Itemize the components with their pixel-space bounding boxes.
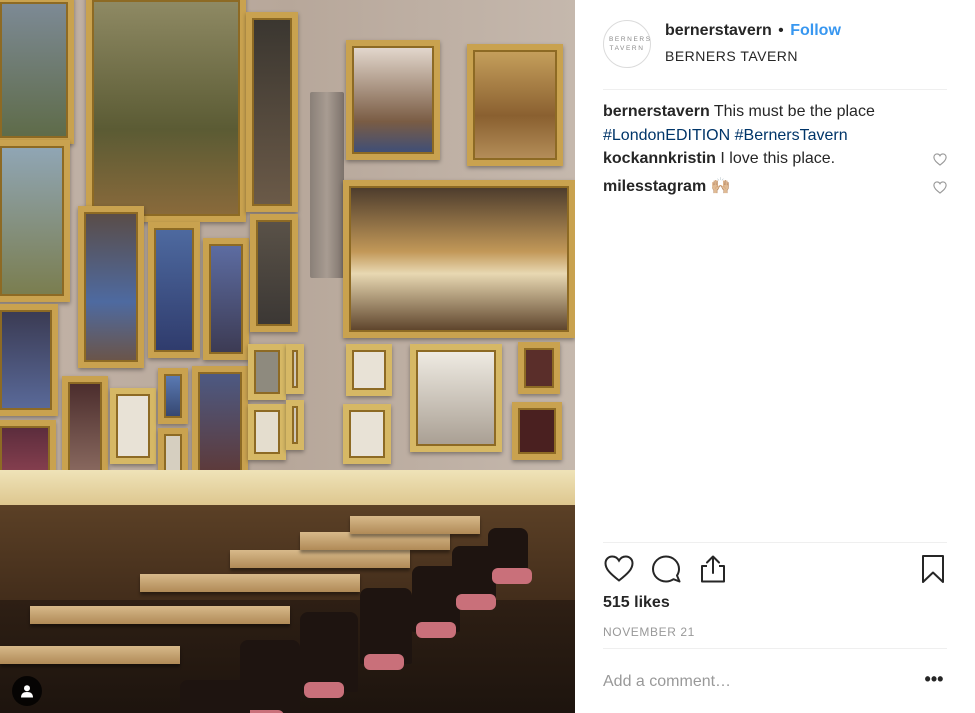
painting-frame bbox=[246, 12, 298, 212]
painting-frame bbox=[343, 404, 391, 464]
comments-list: bernerstavern This must be the place #Lo… bbox=[603, 100, 947, 199]
painting-frame bbox=[110, 388, 156, 464]
comment-username[interactable]: kockannkristin bbox=[603, 150, 716, 167]
dining-table bbox=[140, 574, 360, 592]
painting-frame bbox=[286, 344, 304, 394]
hashtag-link[interactable]: #BernersTavern bbox=[735, 127, 848, 144]
caption: bernerstavern This must be the place #Lo… bbox=[603, 100, 947, 148]
share-icon[interactable] bbox=[697, 553, 729, 585]
comment-like-icon[interactable] bbox=[933, 153, 947, 166]
painting-frame bbox=[286, 400, 304, 450]
dining-chair bbox=[360, 588, 412, 670]
dining-table bbox=[230, 550, 410, 568]
caption-username[interactable]: bernerstavern bbox=[603, 103, 710, 120]
avatar-text: BERNERS TAVERN bbox=[609, 36, 652, 52]
follow-button[interactable]: Follow bbox=[790, 22, 841, 39]
hashtag-link[interactable]: #LondonEDITION bbox=[603, 127, 730, 144]
wall-speaker bbox=[310, 92, 344, 278]
dining-table bbox=[350, 516, 480, 534]
painting-frame bbox=[0, 304, 58, 416]
painting-frame bbox=[62, 376, 108, 480]
separator-dot: • bbox=[778, 22, 784, 39]
painting-frame bbox=[346, 40, 440, 160]
dining-chair bbox=[488, 528, 532, 584]
comment-text: 🙌🏼 bbox=[710, 178, 731, 195]
more-options-button[interactable]: ••• bbox=[920, 670, 948, 692]
comment-text: I love this place. bbox=[720, 150, 836, 167]
painting-frame bbox=[0, 140, 70, 302]
location-link[interactable]: BERNERS TAVERN bbox=[665, 48, 798, 64]
divider bbox=[603, 542, 947, 543]
painting-frame bbox=[410, 344, 502, 452]
painting-frame bbox=[512, 402, 562, 460]
painting-frame bbox=[0, 0, 74, 144]
painting-frame bbox=[86, 0, 246, 222]
post-header: BERNERS TAVERN bernerstavern • Follow BE… bbox=[603, 18, 947, 90]
dining-chair bbox=[180, 680, 250, 713]
bookmark-icon[interactable] bbox=[917, 553, 949, 585]
painting-frame bbox=[203, 238, 249, 360]
painting-frame bbox=[343, 180, 575, 338]
divider bbox=[603, 648, 947, 649]
post-details-panel: BERNERS TAVERN bernerstavern • Follow BE… bbox=[575, 0, 975, 713]
action-bar bbox=[603, 553, 947, 587]
comment-username[interactable]: milesstagram bbox=[603, 178, 706, 195]
username-row: bernerstavern • Follow bbox=[665, 22, 841, 40]
comment-item: kockannkristin I love this place. bbox=[603, 147, 947, 171]
painting-frame bbox=[346, 344, 392, 396]
comment-item: milesstagram 🙌🏼 bbox=[603, 175, 947, 199]
post-photo[interactable] bbox=[0, 0, 575, 713]
comment-like-icon[interactable] bbox=[933, 181, 947, 194]
painting-frame bbox=[148, 222, 200, 358]
caption-text: This must be the place bbox=[713, 103, 875, 120]
post-author-username[interactable]: bernerstavern bbox=[665, 22, 772, 39]
add-comment-input[interactable] bbox=[603, 668, 913, 696]
comment-bubble-icon[interactable] bbox=[650, 553, 682, 585]
tagged-users-button[interactable] bbox=[12, 676, 42, 706]
dining-table bbox=[300, 532, 450, 550]
painting-frame bbox=[250, 214, 298, 332]
painting-frame bbox=[248, 404, 286, 460]
painting-frame bbox=[518, 342, 560, 394]
user-icon bbox=[21, 685, 33, 698]
painting-frame bbox=[467, 44, 563, 166]
avatar[interactable]: BERNERS TAVERN bbox=[603, 20, 651, 68]
painting-frame bbox=[158, 368, 188, 424]
painting-frame bbox=[248, 344, 286, 400]
dining-table bbox=[0, 646, 180, 664]
dining-chair bbox=[300, 612, 358, 698]
painting-frame bbox=[192, 366, 248, 478]
painting-frame bbox=[78, 206, 144, 368]
likes-count[interactable]: 515 likes bbox=[603, 594, 670, 612]
post-date[interactable]: NOVEMBER 21 bbox=[603, 625, 695, 639]
heart-icon[interactable] bbox=[603, 553, 635, 585]
dining-table bbox=[30, 606, 290, 624]
